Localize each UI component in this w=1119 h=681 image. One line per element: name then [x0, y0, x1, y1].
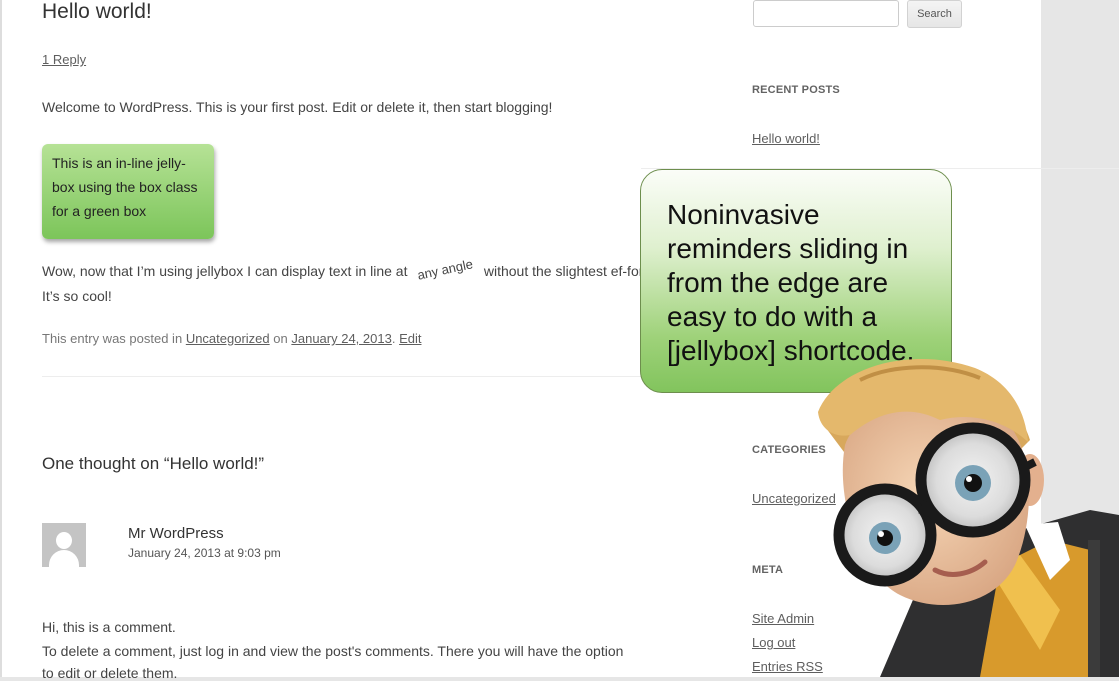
- comment-line-2: To delete a comment, just log in and vie…: [42, 643, 624, 659]
- logout-link[interactable]: Log out: [752, 635, 795, 650]
- entry-meta: This entry was posted in Uncategorized o…: [42, 331, 422, 346]
- comment-date[interactable]: January 24, 2013 at 9:03 pm: [128, 546, 281, 560]
- comments-title: One thought on “Hello world!”: [42, 454, 265, 473]
- search-button[interactable]: Search: [907, 0, 962, 28]
- search-input[interactable]: [753, 0, 899, 27]
- comment-line-1: Hi, this is a comment.: [42, 619, 176, 635]
- date-link[interactable]: January 24, 2013: [291, 331, 391, 346]
- category-link[interactable]: Uncategorized: [186, 331, 270, 346]
- meta-prefix: This entry was posted in: [42, 331, 183, 346]
- post-intro: Welcome to WordPress. This is your first…: [42, 99, 553, 115]
- angled-text: any angle: [416, 256, 475, 283]
- comment-author: Mr WordPress: [128, 525, 224, 542]
- meta-title: Meta: [752, 564, 784, 576]
- post-paragraph: Wow, now that I’m using jellybox I can d…: [42, 256, 662, 308]
- divider: [42, 376, 662, 377]
- recent-posts-title: Recent Posts: [752, 84, 840, 96]
- green-jellybox: This is an in-line jelly-box using the b…: [42, 144, 214, 239]
- post-title[interactable]: Hello world!: [42, 0, 152, 24]
- avatar: [42, 523, 86, 567]
- nerd-character: [818, 358, 1119, 677]
- meta-on: on: [273, 331, 288, 346]
- reply-link[interactable]: 1 Reply: [42, 52, 86, 67]
- text-before-angle: Wow, now that I’m using jellybox I can d…: [42, 263, 408, 279]
- comment-line-3: to edit or delete them.: [42, 665, 178, 681]
- edit-link[interactable]: Edit: [399, 331, 421, 346]
- recent-post-link[interactable]: Hello world!: [752, 131, 820, 146]
